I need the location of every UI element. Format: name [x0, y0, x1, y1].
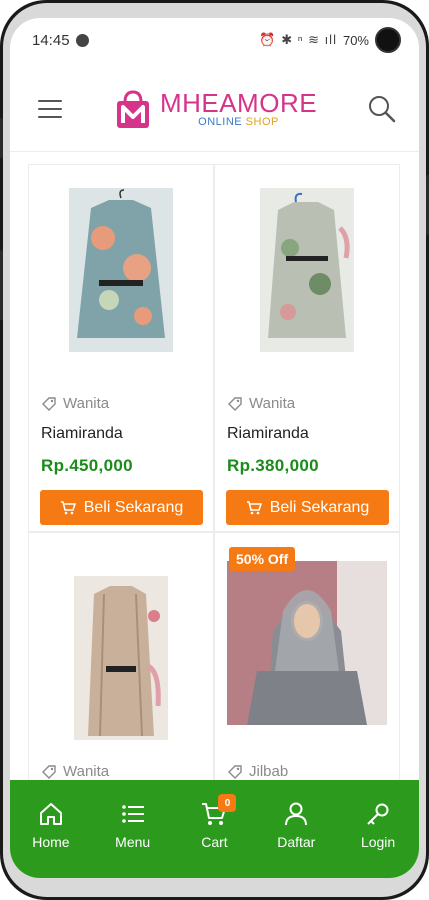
product-name[interactable]: Riamiranda — [41, 425, 123, 443]
nav-home-label: Home — [32, 834, 70, 850]
product-card[interactable]: Wanita — [28, 532, 214, 804]
battery-level: 70% — [342, 32, 369, 48]
product-name[interactable]: Riamiranda — [227, 425, 309, 443]
screen: 14:45 ⏰ ✱ ⁿ ≋ ıll 70% MHEAMORE ONLINE SH… — [10, 18, 419, 878]
product-image — [74, 576, 168, 740]
tag-icon — [42, 396, 56, 411]
hamburger-menu-icon[interactable] — [38, 99, 62, 118]
product-card[interactable]: 50% Off Jilbab — [214, 532, 400, 804]
app-header: MHEAMORE ONLINE SHOP — [10, 66, 419, 152]
buy-now-button[interactable]: Beli Sekarang — [226, 490, 389, 525]
cart-icon — [60, 500, 76, 514]
search-icon[interactable] — [367, 94, 397, 124]
front-camera — [375, 27, 401, 53]
product-grid: Wanita Riamiranda Rp.450,000 Beli Sekara… — [28, 164, 400, 804]
discount-badge: 50% Off — [229, 547, 296, 571]
brand-tagline: ONLINE SHOP — [198, 115, 279, 128]
product-image — [69, 188, 173, 352]
bottom-navigation: Home Menu 0 Cart Daftar Login — [10, 780, 419, 878]
product-price: Rp.380,000 — [227, 456, 319, 475]
product-card[interactable]: Wanita Riamiranda Rp.450,000 Beli Sekara… — [28, 164, 214, 532]
tag-icon — [228, 396, 242, 411]
product-price: Rp.450,000 — [41, 456, 133, 475]
category-tag[interactable]: Wanita — [227, 395, 295, 412]
nav-login[interactable]: Login — [343, 800, 413, 850]
category-tag[interactable]: Wanita — [41, 763, 109, 780]
phone-frame: 14:45 ⏰ ✱ ⁿ ≋ ıll 70% MHEAMORE ONLINE SH… — [0, 0, 429, 900]
brand-name: MHEAMORE — [159, 87, 318, 118]
category-label: Jilbab — [249, 763, 289, 780]
status-time: 14:45 — [32, 31, 70, 49]
tag-icon — [42, 764, 56, 779]
status-bar: 14:45 ⏰ ✱ ⁿ ≋ ıll 70% — [10, 18, 419, 62]
nav-menu-label: Menu — [115, 834, 151, 850]
category-label: Wanita — [63, 395, 110, 412]
nav-register-label: Daftar — [277, 834, 316, 850]
product-image — [260, 188, 354, 352]
key-icon — [367, 803, 389, 825]
nav-home[interactable]: Home — [16, 800, 86, 850]
menu-list-icon — [121, 805, 144, 823]
product-card[interactable]: Wanita Riamiranda Rp.380,000 Beli Sekara… — [214, 164, 400, 532]
category-tag[interactable]: Wanita — [41, 395, 109, 412]
tag-icon — [228, 764, 242, 779]
buy-now-label: Beli Sekarang — [83, 498, 184, 516]
home-icon — [39, 803, 62, 825]
cart-icon — [246, 500, 262, 514]
nav-cart[interactable]: 0 Cart — [179, 794, 249, 850]
user-icon — [285, 802, 308, 826]
category-label: Wanita — [249, 395, 296, 412]
buy-now-label: Beli Sekarang — [269, 498, 370, 516]
nav-login-label: Login — [360, 834, 396, 850]
volume-up-button — [0, 118, 3, 158]
volume-down-button — [0, 250, 3, 320]
nav-cart-label: Cart — [201, 834, 228, 850]
category-label: Wanita — [63, 763, 110, 780]
nav-menu[interactable]: Menu — [98, 800, 168, 850]
nav-register[interactable]: Daftar — [261, 800, 331, 850]
status-icons: ⏰ ✱ ⁿ ≋ ıll — [259, 32, 337, 47]
buy-now-button[interactable]: Beli Sekarang — [40, 490, 203, 525]
cart-count-badge: 0 — [218, 794, 237, 812]
product-image — [227, 561, 387, 725]
category-tag[interactable]: Jilbab — [227, 763, 288, 780]
brand-logo[interactable]: MHEAMORE ONLINE SHOP — [112, 88, 317, 130]
notification-icon — [75, 33, 89, 47]
shopping-bag-logo-icon — [116, 89, 149, 128]
